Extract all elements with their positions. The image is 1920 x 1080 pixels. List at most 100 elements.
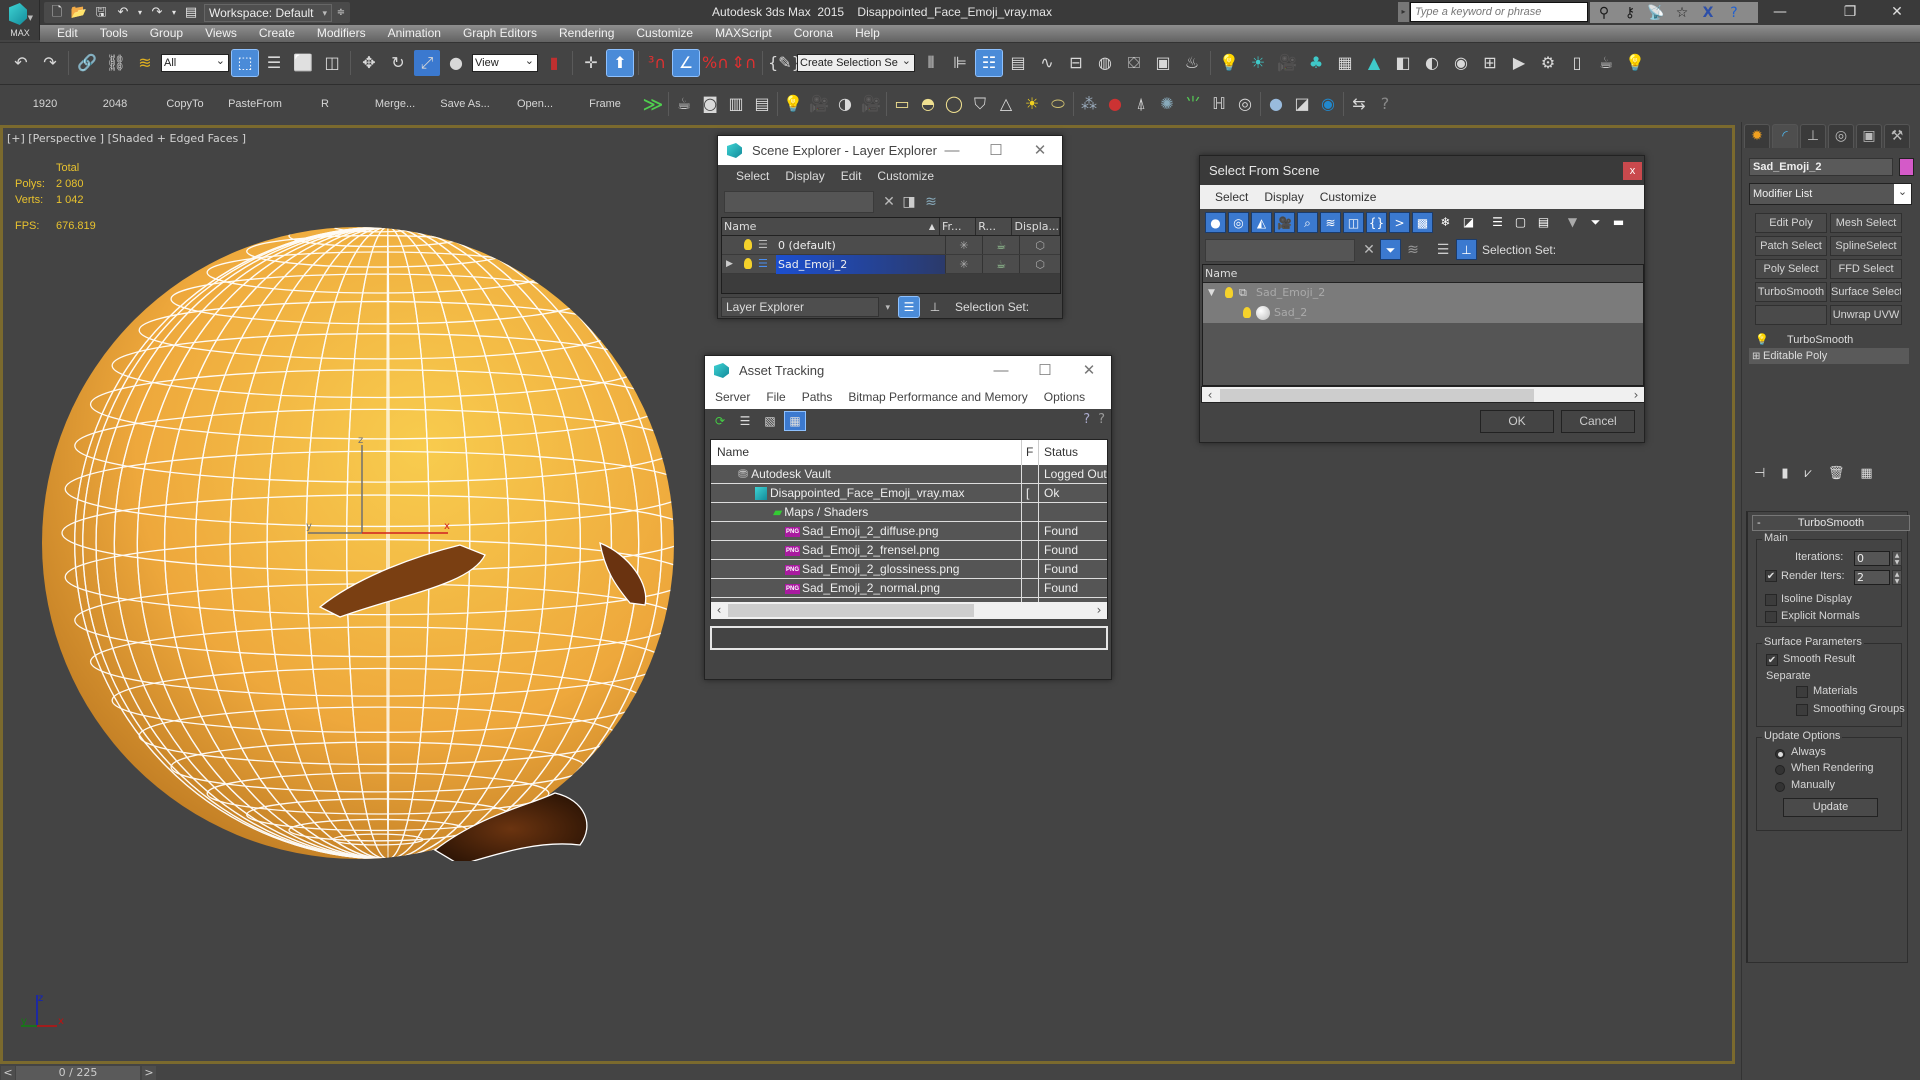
maximize-button[interactable]: ☐ — [974, 136, 1018, 165]
menu-group[interactable]: Group — [139, 25, 194, 42]
scale-icon[interactable]: ⤢ — [414, 49, 440, 76]
vray-proxy-icon[interactable]: ⁂ — [1076, 91, 1102, 117]
menu-display[interactable]: Display — [1256, 190, 1311, 204]
save-icon[interactable]: 🖫 — [92, 4, 110, 22]
horizontal-scrollbar[interactable]: ‹ › — [711, 602, 1107, 619]
unwrap-uvw-button[interactable]: Unwrap UVW — [1830, 305, 1902, 325]
paste-from-button[interactable]: PasteFrom — [220, 85, 290, 123]
column-flag[interactable]: F — [1022, 440, 1039, 465]
vray-fur-icon[interactable]: ✺ — [1154, 91, 1180, 117]
explicit-normals-checkbox[interactable] — [1765, 611, 1777, 623]
vray-sphere-fade-icon[interactable]: ● — [1102, 91, 1128, 117]
menu-corona[interactable]: Corona — [783, 25, 844, 42]
next-frame-button[interactable]: > — [142, 1066, 156, 1080]
expand-triangle-icon[interactable]: ▶ — [726, 255, 733, 274]
project-folder-icon[interactable]: ▤ — [182, 4, 200, 22]
vray-options-icon[interactable]: ▤ — [749, 91, 775, 117]
scene-explorer-titlebar[interactable]: Scene Explorer - Layer Explorer — ☐ ✕ — [718, 136, 1062, 165]
workspace-dropdown[interactable]: Workspace: Default — [204, 3, 332, 22]
corona-tree-icon[interactable]: ▲ — [1361, 50, 1387, 76]
explorer-mode-dropdown[interactable]: Layer Explorer — [721, 297, 890, 317]
rectangular-selection-icon[interactable]: ⬜ — [290, 50, 316, 76]
asset-row[interactable]: Disappointed_Face_Emoji_vray.max[Ok — [711, 484, 1107, 503]
scroll-right-icon[interactable]: › — [1630, 388, 1642, 403]
sort-by-layer-icon[interactable]: ☰ — [1434, 241, 1452, 259]
hierarchy-view-icon[interactable]: ⊥ — [925, 297, 945, 317]
update-button[interactable]: Update — [1783, 798, 1878, 817]
menu-options[interactable]: Options — [1036, 390, 1093, 404]
close-button[interactable]: ✕ — [1067, 356, 1111, 385]
corona-render-icon[interactable]: ◐ — [1419, 50, 1445, 76]
clear-search-icon[interactable]: ✕ — [1360, 241, 1378, 259]
menu-customize[interactable]: Customize — [869, 169, 942, 183]
vray-dome-light-icon[interactable]: ◓ — [915, 91, 941, 117]
isoline-display-checkbox[interactable] — [1765, 594, 1777, 606]
menu-customize[interactable]: Customize — [1312, 190, 1385, 204]
corona-sun-icon[interactable]: ☀ — [1245, 50, 1271, 76]
ffd-select-button[interactable]: FFD Select — [1830, 259, 1902, 279]
redo-dropdown-icon[interactable]: ▾ — [170, 4, 178, 22]
menu-graph-editors[interactable]: Graph Editors — [452, 25, 548, 42]
minimize-button[interactable]: — — [979, 356, 1023, 385]
thumbnail-view-icon[interactable]: ▧ — [760, 412, 780, 430]
edit-poly-button[interactable]: Edit Poly — [1755, 213, 1827, 233]
save-as-button[interactable]: Save As... — [430, 85, 500, 123]
remove-modifier-icon[interactable]: 🗑 — [1828, 466, 1845, 481]
vray-plane-icon[interactable]: ⍋ — [1128, 91, 1154, 117]
corona-proxy-export-icon[interactable]: ◧ — [1390, 50, 1416, 76]
menu-select[interactable]: Select — [728, 169, 777, 183]
vray-settings-icon[interactable]: ▥ — [723, 91, 749, 117]
application-menu-button[interactable]: ▼ MAX — [0, 0, 40, 40]
lightbulb-icon[interactable]: 💡 — [1749, 332, 1787, 348]
patch-select-button[interactable]: Patch Select — [1755, 236, 1827, 256]
viewport-label-menu[interactable]: [+] [Perspective ] [Shaded + Edged Faces… — [7, 132, 246, 145]
toggle-layer-explorer-icon[interactable]: ▤ — [1005, 50, 1031, 76]
smoothing-groups-checkbox[interactable] — [1796, 704, 1808, 716]
vray-hair-icon[interactable]: ℍ — [1206, 91, 1232, 117]
render-setup-icon[interactable]: ⛋ — [1121, 50, 1147, 76]
toggle-scene-explorer-icon[interactable]: ☷ — [975, 48, 1003, 77]
scroll-left-icon[interactable]: ‹ — [713, 603, 725, 618]
menu-file[interactable]: File — [758, 390, 793, 404]
minimize-window-button[interactable]: — — [1757, 0, 1803, 25]
scrollbar-thumb[interactable] — [1220, 389, 1534, 402]
utilities-tab-icon[interactable]: ⚒ — [1884, 124, 1910, 148]
vray-material-override-icon[interactable]: ◪ — [1289, 91, 1315, 117]
select-object-icon[interactable]: ⬚ — [231, 48, 259, 77]
vray-grass-icon[interactable]: ⺌ — [1180, 91, 1206, 117]
column-display[interactable]: Displa... — [1012, 218, 1061, 235]
bind-spacewarp-icon[interactable]: ≋ — [132, 50, 158, 76]
redo-icon[interactable]: ↷ — [37, 50, 63, 76]
render-production-icon[interactable]: ♨ — [1179, 50, 1205, 76]
cancel-button[interactable]: Cancel — [1561, 410, 1635, 433]
manipulate-icon[interactable]: ✛ — [578, 50, 604, 76]
resolution-2048-button[interactable]: 2048 — [80, 85, 150, 123]
object-color-swatch[interactable] — [1899, 158, 1914, 176]
refresh-icon[interactable]: ⟳ — [710, 412, 730, 430]
vray-dome-camera-icon[interactable]: ◑ — [832, 91, 858, 117]
previous-frame-button[interactable]: < — [1, 1066, 15, 1080]
column-name[interactable]: Name — [1203, 265, 1643, 283]
lightbulb-icon[interactable] — [744, 258, 752, 269]
corona-scatter-icon[interactable]: ▦ — [1332, 50, 1358, 76]
vray-ies-light-icon[interactable]: ⛉ — [967, 91, 993, 117]
display-containers-icon[interactable]: ▩ — [1412, 212, 1433, 233]
vray-ambient-light-icon[interactable]: ⬭ — [1045, 91, 1071, 117]
display-hidden-icon[interactable]: ◪ — [1458, 212, 1479, 233]
sort-by-hierarchy-icon[interactable]: ⊥ — [1456, 239, 1477, 260]
vray-wrapper-icon[interactable]: ◉ — [1315, 91, 1341, 117]
corona-help-icon[interactable]: 💡 — [1622, 50, 1648, 76]
hierarchy-tab-icon[interactable]: ⊥ — [1800, 124, 1826, 148]
display-spacewarps-icon[interactable]: ≋ — [1320, 212, 1341, 233]
curve-editor-icon[interactable]: ∿ — [1034, 50, 1060, 76]
satellite-icon[interactable]: 📡 — [1646, 4, 1666, 22]
select-dependents-icon[interactable]: ≋ — [1404, 241, 1422, 259]
vray-vfb-icon[interactable]: ◙ — [697, 91, 723, 117]
update-always-radio[interactable] — [1775, 749, 1785, 759]
layer-row-selected[interactable]: ▶ ☰ Sad_Emoji_2 ✳ ☕ ⬡ — [722, 255, 1060, 274]
create-tab-icon[interactable]: ✹ — [1744, 124, 1770, 148]
vray-camera-icon[interactable]: 🎥 — [806, 91, 832, 117]
select-children-icon[interactable]: ◨ — [900, 193, 918, 211]
menu-paths[interactable]: Paths — [794, 390, 841, 404]
time-slider[interactable]: 0 / 225 — [16, 1066, 140, 1080]
